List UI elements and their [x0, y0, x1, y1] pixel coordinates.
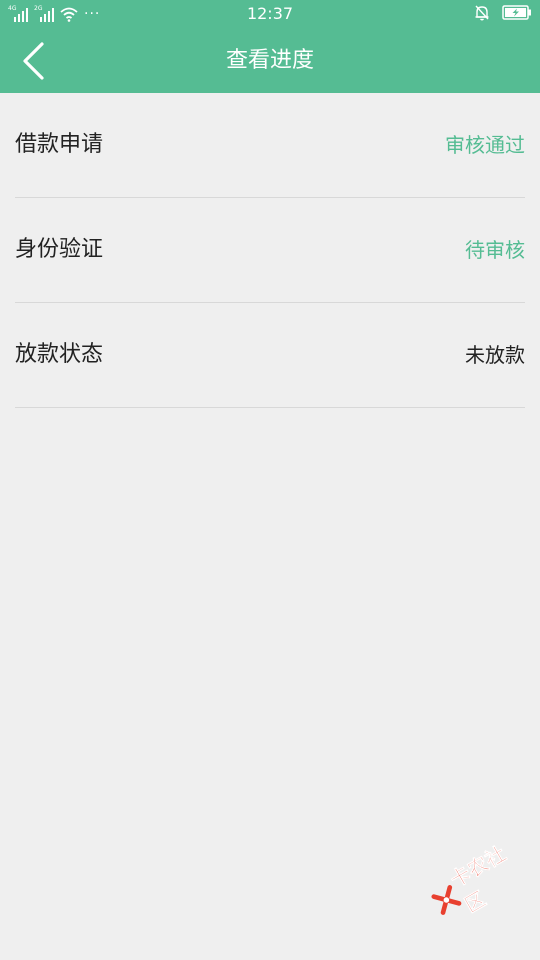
status-bar-right [474, 4, 532, 21]
status-time: 12:37 [246, 4, 294, 23]
status-value: 审核通过 [445, 133, 525, 157]
progress-list: 借款申请 审核通过 身份验证 待审核 放款状态 未放款 [0, 93, 540, 408]
status-value: 待审核 [465, 238, 525, 262]
progress-row-identity-verification: 身份验证 待审核 [15, 198, 525, 303]
row-label: 借款申请 [15, 132, 104, 157]
battery-charging-icon [502, 5, 531, 20]
status-value: 未放款 [465, 343, 525, 367]
row-label: 身份验证 [15, 237, 104, 262]
watermark: 卡农社区 [418, 825, 540, 937]
status-bar: 4G 2G ··· 12:37 [0, 0, 540, 28]
app-header: 4G 2G ··· 12:37 查看进度 [0, 0, 540, 93]
row-label: 放款状态 [15, 342, 104, 367]
bell-muted-icon [475, 5, 489, 21]
progress-row-loan-application: 借款申请 审核通过 [15, 93, 525, 198]
page-title: 查看进度 [225, 48, 314, 73]
progress-row-disbursement-status: 放款状态 未放款 [15, 303, 525, 408]
